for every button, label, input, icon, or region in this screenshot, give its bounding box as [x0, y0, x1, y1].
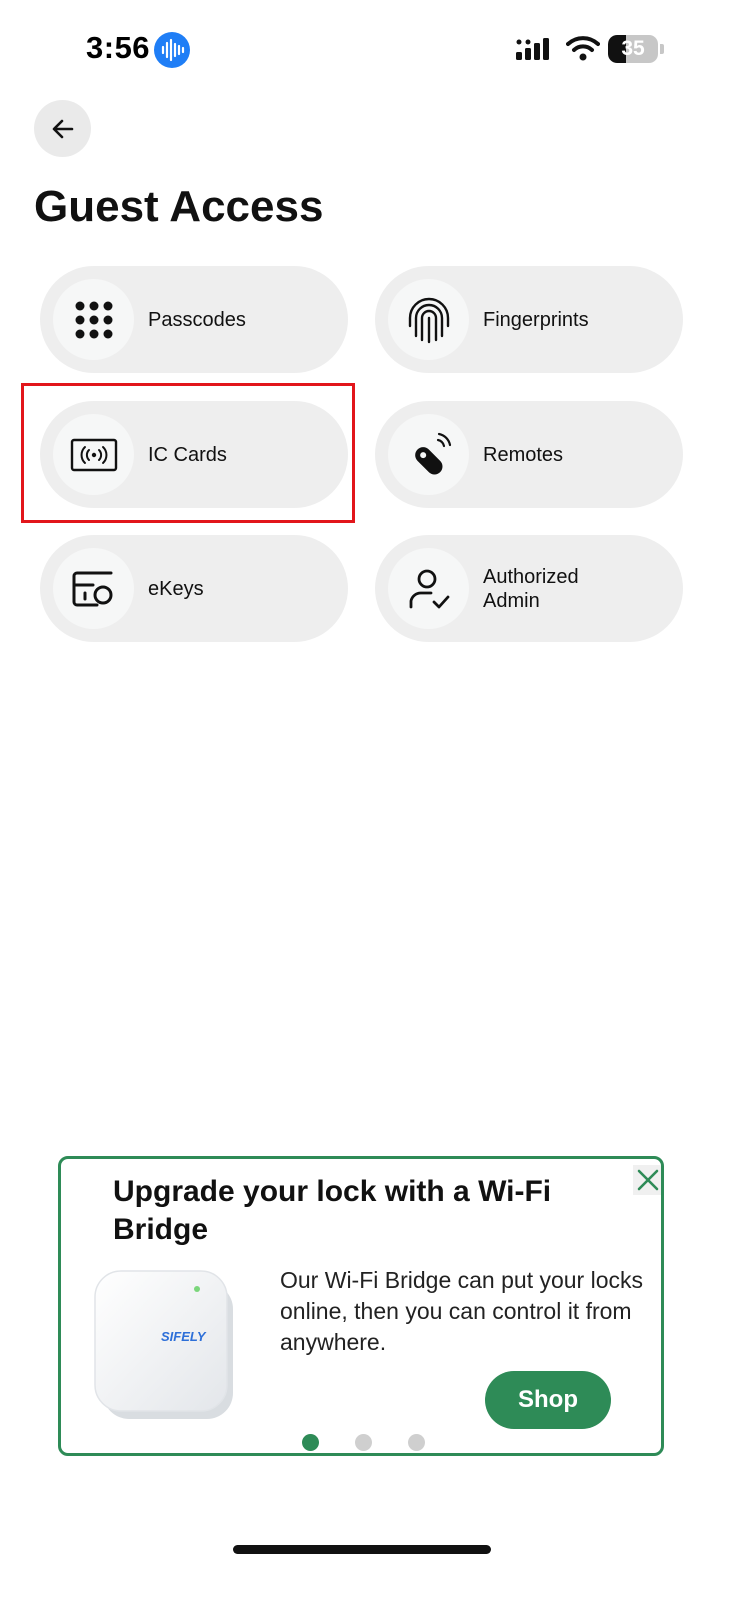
carousel-dots: [61, 1434, 661, 1453]
arrow-left-icon: [52, 119, 73, 138]
remote-fob-icon: [388, 414, 469, 495]
keypad-icon: [53, 279, 134, 360]
carousel-dot-3[interactable]: [408, 1434, 425, 1451]
status-bar: 3:56 35: [0, 0, 738, 100]
voice-memo-icon: [154, 32, 190, 68]
fingerprints-button[interactable]: Fingerprints: [375, 266, 683, 373]
cellular-signal-icon: [516, 38, 554, 67]
battery-icon: 35: [608, 35, 658, 63]
fingerprints-label: Fingerprints: [483, 308, 589, 331]
wifi-bridge-product-image: SIFELY: [87, 1261, 247, 1429]
remotes-label: Remotes: [483, 443, 564, 466]
fingerprint-icon: [388, 279, 469, 360]
authorized-admin-button[interactable]: Authorized Admin: [375, 535, 683, 642]
battery-percent: 35: [621, 37, 645, 60]
promo-title: Upgrade your lock with a Wi-Fi Bridge: [113, 1175, 552, 1246]
ekeys-button[interactable]: eKeys: [40, 535, 348, 642]
passcodes-label: Passcodes: [148, 308, 246, 331]
ekeys-label: eKeys: [148, 577, 204, 600]
page-title: Guest Access: [34, 182, 324, 231]
authorized-admin-label: Authorized Admin: [483, 565, 579, 612]
status-time: 3:56: [86, 30, 151, 65]
ekey-icon: [53, 548, 134, 629]
wifi-bridge-promo[interactable]: Upgrade your lock with a Wi-Fi Bridge SI…: [58, 1156, 664, 1456]
remotes-button[interactable]: Remotes: [375, 401, 683, 508]
carousel-dot-2[interactable]: [355, 1434, 372, 1451]
passcodes-button[interactable]: Passcodes: [40, 266, 348, 373]
back-button[interactable]: [34, 100, 91, 157]
ic-cards-highlight: [21, 383, 355, 523]
promo-text: Our Wi-Fi Bridge can put your locks onli…: [280, 1267, 644, 1355]
home-indicator[interactable]: [233, 1545, 491, 1554]
battery-cap: [660, 44, 664, 54]
carousel-dot-1[interactable]: [302, 1434, 319, 1451]
authorized-admin-icon: [388, 548, 469, 629]
shop-button[interactable]: Shop: [485, 1371, 611, 1429]
wifi-icon: [566, 34, 600, 67]
close-icon[interactable]: [633, 1165, 661, 1195]
brand-logo: SIFELY: [161, 1329, 207, 1344]
